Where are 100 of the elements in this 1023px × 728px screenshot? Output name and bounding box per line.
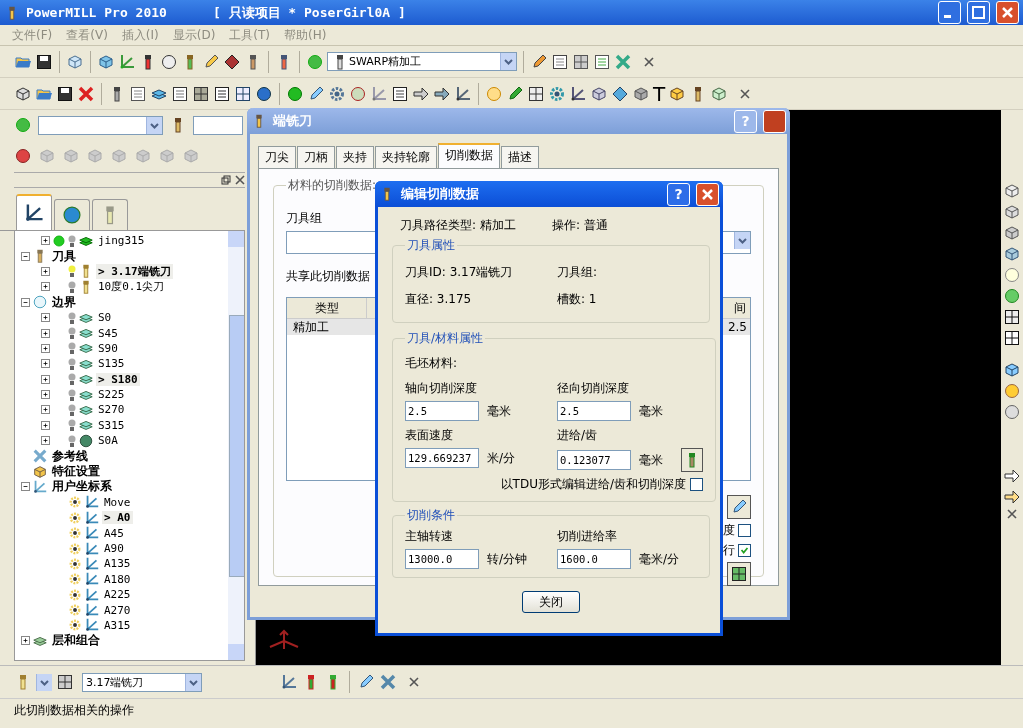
input-field[interactable]: 13000.0	[405, 549, 479, 569]
tree-item[interactable]: A135	[102, 557, 133, 571]
tree-item[interactable]: S0A	[96, 434, 120, 448]
expand-toggle[interactable]	[21, 482, 30, 492]
pencil-icon[interactable]	[357, 673, 375, 691]
text-tool[interactable]: T	[653, 81, 666, 106]
expand-toggle[interactable]	[41, 343, 50, 353]
lightbulb-icon[interactable]	[68, 356, 76, 371]
tree-item[interactable]: 边界	[50, 293, 78, 311]
tree-item[interactable]: S270	[96, 403, 127, 417]
lightbulb-icon[interactable]	[68, 310, 76, 325]
close-icon[interactable]	[409, 677, 419, 687]
input-field[interactable]: 1600.0	[557, 549, 631, 569]
tree-item[interactable]: S315	[96, 418, 127, 432]
number-grid-icon[interactable]	[234, 84, 252, 103]
input-field[interactable]: 2.5	[557, 401, 631, 421]
lightbulb-icon[interactable]	[68, 326, 76, 341]
tree-item[interactable]: A180	[102, 572, 133, 586]
column-header[interactable]: 间	[720, 298, 750, 318]
lightbulb-icon[interactable]	[68, 233, 76, 248]
tree-item[interactable]: S90	[96, 341, 120, 355]
diamond-icon[interactable]	[223, 52, 241, 71]
explorer-tab[interactable]	[54, 199, 90, 230]
tree-item[interactable]: A90	[102, 542, 126, 555]
tree-item[interactable]: > S180	[96, 372, 140, 386]
list-icon[interactable]	[129, 84, 147, 103]
pencil-icon[interactable]	[307, 84, 325, 103]
input-field[interactable]: 0.123077	[557, 450, 631, 470]
tree-item[interactable]: 特征设置	[50, 463, 102, 481]
tree-item[interactable]: A315	[102, 618, 133, 632]
pointer-icon[interactable]	[1003, 488, 1021, 506]
lightbulb-icon[interactable]	[68, 403, 76, 417]
explorer-tab[interactable]	[16, 194, 52, 230]
tool-sphere-icon[interactable]	[160, 52, 178, 71]
close-button[interactable]: 关闭	[522, 591, 580, 613]
column-header[interactable]: 类型	[287, 298, 367, 318]
tree-item[interactable]: S135	[96, 357, 127, 371]
maximize-button[interactable]	[967, 1, 990, 24]
expand-toggle[interactable]	[41, 390, 50, 400]
expand-toggle[interactable]	[41, 359, 50, 369]
expand-toggle[interactable]	[21, 297, 30, 307]
expand-toggle[interactable]	[41, 328, 50, 338]
tree-item[interactable]: > 3.17端铣刀	[96, 263, 173, 279]
minimize-button[interactable]	[938, 1, 961, 24]
tree-item[interactable]: 刀具	[50, 247, 78, 265]
close-icon[interactable]	[1007, 509, 1017, 519]
save-icon[interactable]	[56, 84, 74, 103]
input-field[interactable]	[193, 115, 243, 135]
sheet-icon[interactable]	[391, 84, 409, 103]
tree-item[interactable]: 层和组合	[50, 632, 102, 650]
expand-toggle[interactable]	[41, 374, 50, 384]
tab[interactable]: 夹持轮廓	[375, 146, 437, 168]
edit-tool-icon[interactable]	[530, 52, 548, 71]
tree-item[interactable]: S225	[96, 388, 127, 402]
tree-item[interactable]: 用户坐标系	[50, 478, 114, 496]
strategy-dropdown[interactable]: SWARP精加工	[327, 52, 517, 71]
close-button[interactable]	[696, 182, 719, 206]
view-iso-icon[interactable]	[1003, 182, 1021, 200]
expand-toggle[interactable]	[41, 405, 50, 415]
add-button[interactable]	[727, 562, 751, 586]
tree-item[interactable]: 参考线	[50, 447, 90, 465]
close-button[interactable]	[996, 1, 1019, 24]
view-top-icon[interactable]	[1003, 245, 1021, 263]
tool-dropdown[interactable]: 3.17端铣刀	[82, 672, 202, 692]
workplane-dropdown[interactable]	[38, 115, 163, 135]
delete-icon[interactable]	[77, 84, 95, 103]
tab[interactable]: 描述	[501, 146, 539, 168]
tree-item[interactable]: S45	[96, 326, 120, 340]
scrollbar[interactable]	[228, 231, 244, 660]
pencil-icon[interactable]	[202, 52, 220, 71]
tree-item[interactable]: A270	[102, 603, 133, 617]
dot-icon[interactable]	[286, 84, 304, 103]
tab[interactable]: 刀柄	[297, 146, 335, 168]
expand-toggle[interactable]	[21, 636, 30, 646]
tree-item[interactable]: Move	[102, 495, 133, 509]
help-button[interactable]: ?	[667, 182, 690, 206]
cross-icon[interactable]	[379, 673, 397, 691]
save-icon[interactable]	[35, 52, 53, 71]
expand-toggle[interactable]	[41, 420, 50, 430]
tab[interactable]: 刀尖	[258, 146, 296, 168]
tree-item[interactable]: > A0	[102, 511, 133, 525]
input-field[interactable]: 129.669237	[405, 448, 479, 468]
expand-toggle[interactable]	[41, 266, 50, 276]
tool-grid-icon[interactable]	[56, 673, 74, 691]
restore-icon[interactable]	[221, 175, 231, 185]
close-icon[interactable]	[644, 56, 654, 67]
cursor-icon[interactable]	[1003, 467, 1021, 485]
stop-icon[interactable]	[14, 147, 32, 165]
list-icon[interactable]	[593, 52, 611, 71]
tree-item[interactable]: A45	[102, 526, 126, 540]
lightbulb-icon[interactable]	[68, 279, 76, 294]
tree-item[interactable]: A225	[102, 588, 133, 602]
grid-icon[interactable]	[192, 84, 210, 103]
tree-item[interactable]: S0	[96, 311, 114, 325]
axes-icon[interactable]	[280, 673, 298, 691]
expand-toggle[interactable]	[41, 282, 50, 292]
view-side-icon[interactable]	[1003, 224, 1021, 242]
tree-item[interactable]: jing315	[96, 234, 147, 248]
expand-toggle[interactable]	[21, 251, 30, 261]
calculate-button[interactable]	[681, 448, 703, 472]
